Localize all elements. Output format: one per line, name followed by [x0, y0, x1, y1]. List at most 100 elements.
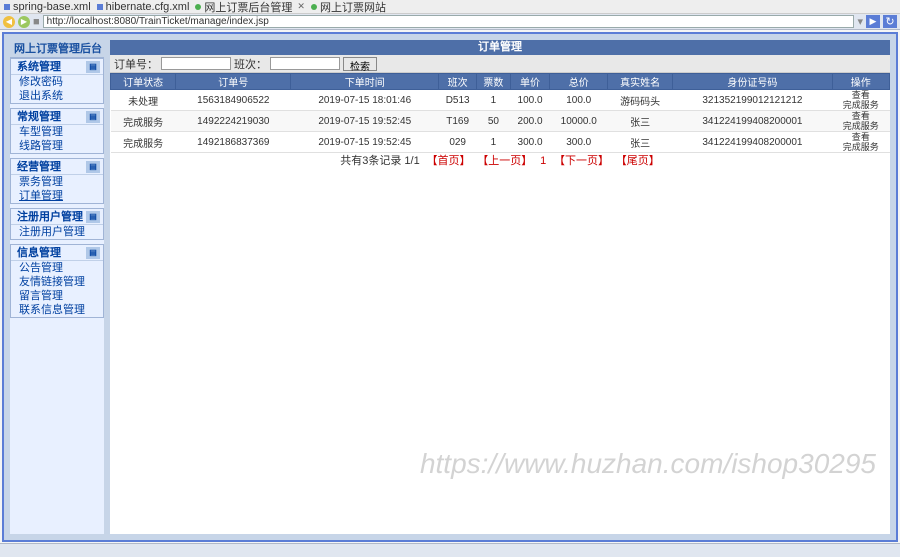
table-header-cell: 单价	[510, 74, 550, 90]
file-icon	[4, 4, 10, 10]
sidebar-item[interactable]: 联系信息管理	[11, 303, 103, 317]
table-cell: 完成服务	[111, 132, 176, 153]
content-frame: 网上订票管理后台 系统管理▤修改密码退出系统常规管理▤车型管理线路管理经营管理▤…	[2, 32, 898, 542]
editor-tab[interactable]: 网上订票网站	[311, 0, 386, 15]
table-header-cell: 票数	[477, 74, 510, 90]
section-icon: ▤	[86, 247, 100, 259]
sidebar-section: 信息管理▤公告管理友情链接管理留言管理联系信息管理	[10, 244, 104, 318]
file-icon	[97, 4, 103, 10]
sidebar-section-head[interactable]: 信息管理▤	[11, 245, 103, 261]
table-cell: 张三	[608, 111, 673, 132]
sidebar-item[interactable]: 留言管理	[11, 289, 103, 303]
address-bar: ◀ ▶ ■ ▾ ▶ ↻	[0, 14, 900, 30]
editor-tab[interactable]: 网上订票后台管理✕	[195, 0, 305, 15]
sidebar-item[interactable]: 友情链接管理	[11, 275, 103, 289]
row-action-link[interactable]: 完成服务	[832, 121, 889, 131]
forward-button[interactable]: ▶	[18, 16, 30, 28]
table-cell: 300.0	[510, 132, 550, 153]
pager-current: 1	[540, 155, 546, 167]
close-icon[interactable]: ✕	[297, 1, 305, 12]
sidebar-item[interactable]: 线路管理	[11, 139, 103, 153]
editor-tab[interactable]: spring-base.xml	[4, 1, 91, 13]
sidebar-item[interactable]: 修改密码	[11, 75, 103, 89]
table-cell: 1	[477, 90, 510, 111]
sidebar-section: 系统管理▤修改密码退出系统	[10, 58, 104, 104]
row-action-link[interactable]: 完成服务	[832, 100, 889, 110]
sidebar: 网上订票管理后台 系统管理▤修改密码退出系统常规管理▤车型管理线路管理经营管理▤…	[10, 40, 104, 534]
search-input-train[interactable]	[270, 57, 340, 70]
table-cell: T169	[439, 111, 477, 132]
table-cell: 游码码头	[608, 90, 673, 111]
pager-prev[interactable]: 【上一页】	[477, 155, 532, 167]
section-icon: ▤	[86, 211, 100, 223]
table-cell: 未处理	[111, 90, 176, 111]
table-header-cell: 身份证号码	[673, 74, 832, 90]
table-cell: 1492224219030	[176, 111, 291, 132]
table-cell: 341224199408200001	[673, 132, 832, 153]
sidebar-item[interactable]: 票务管理	[11, 175, 103, 189]
url-input[interactable]	[43, 15, 855, 28]
search-button[interactable]: 检索	[343, 57, 377, 71]
table-header-cell: 操作	[832, 74, 889, 90]
table-cell: 1563184906522	[176, 90, 291, 111]
table-cell: 完成服务	[111, 111, 176, 132]
table-row: 完成服务14922242190302019-07-15 19:52:45T169…	[111, 111, 890, 132]
stop-icon[interactable]: ■	[33, 16, 40, 28]
table-row: 完成服务14921868373692019-07-15 19:52:450291…	[111, 132, 890, 153]
sidebar-section: 注册用户管理▤注册用户管理	[10, 208, 104, 240]
row-action-link[interactable]: 查看	[832, 111, 889, 121]
table-cell: 2019-07-15 19:52:45	[291, 132, 439, 153]
sidebar-item[interactable]: 退出系统	[11, 89, 103, 103]
page-title: 订单管理	[110, 40, 890, 55]
sidebar-section-head[interactable]: 常规管理▤	[11, 109, 103, 125]
table-cell: 张三	[608, 132, 673, 153]
pager-last[interactable]: 【尾页】	[616, 155, 660, 167]
sidebar-item[interactable]: 订单管理	[11, 189, 103, 203]
web-icon	[311, 4, 317, 10]
table-header-cell: 订单状态	[111, 74, 176, 90]
table-cell: 300.0	[550, 132, 608, 153]
table-cell: 341224199408200001	[673, 111, 832, 132]
table-ops-cell: 查看完成服务	[832, 132, 889, 153]
sidebar-item[interactable]: 公告管理	[11, 261, 103, 275]
sidebar-title: 网上订票管理后台	[10, 40, 104, 58]
table-cell: 029	[439, 132, 477, 153]
table-cell: 1	[477, 132, 510, 153]
back-button[interactable]: ◀	[3, 16, 15, 28]
refresh-button[interactable]: ↻	[883, 15, 897, 28]
table-cell: 2019-07-15 19:52:45	[291, 111, 439, 132]
table-cell: 50	[477, 111, 510, 132]
pager: 共有3条记录 1/1 【首页】 【上一页】 1 【下一页】 【尾页】	[110, 153, 890, 169]
row-action-link[interactable]: 查看	[832, 90, 889, 100]
go-button[interactable]: ▶	[866, 15, 880, 28]
table-cell: 321352199012121212	[673, 90, 832, 111]
sidebar-section-head[interactable]: 注册用户管理▤	[11, 209, 103, 225]
section-icon: ▤	[86, 111, 100, 123]
sidebar-section: 经营管理▤票务管理订单管理	[10, 158, 104, 204]
table-header-cell: 总价	[550, 74, 608, 90]
section-icon: ▤	[86, 161, 100, 173]
editor-tab[interactable]: hibernate.cfg.xml	[97, 1, 190, 13]
orders-table: 订单状态订单号下单时间班次票数单价总价真实姓名身份证号码操作 未处理156318…	[110, 73, 890, 153]
table-cell: 2019-07-15 18:01:46	[291, 90, 439, 111]
row-action-link[interactable]: 完成服务	[832, 142, 889, 152]
table-cell: D513	[439, 90, 477, 111]
table-header-cell: 真实姓名	[608, 74, 673, 90]
table-ops-cell: 查看完成服务	[832, 111, 889, 132]
pager-first[interactable]: 【首页】	[427, 155, 471, 167]
row-action-link[interactable]: 查看	[832, 132, 889, 142]
table-ops-cell: 查看完成服务	[832, 90, 889, 111]
dropdown-icon[interactable]: ▾	[857, 15, 863, 28]
table-cell: 100.0	[550, 90, 608, 111]
table-cell: 10000.0	[550, 111, 608, 132]
sidebar-section-head[interactable]: 经营管理▤	[11, 159, 103, 175]
table-header-cell: 下单时间	[291, 74, 439, 90]
editor-tab-bar: spring-base.xml hibernate.cfg.xml 网上订票后台…	[0, 0, 900, 14]
section-icon: ▤	[86, 61, 100, 73]
pager-next[interactable]: 【下一页】	[554, 155, 609, 167]
status-bar	[0, 543, 900, 557]
sidebar-item[interactable]: 注册用户管理	[11, 225, 103, 239]
sidebar-item[interactable]: 车型管理	[11, 125, 103, 139]
search-input-orderno[interactable]	[161, 57, 231, 70]
sidebar-section-head[interactable]: 系统管理▤	[11, 59, 103, 75]
